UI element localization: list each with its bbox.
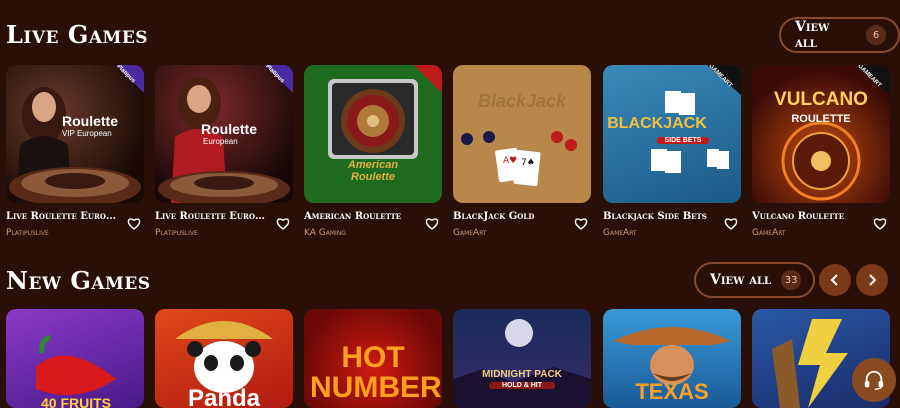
game-card[interactable]: MIDNIGHT PACK HOLD & HIT — [453, 309, 591, 408]
game-card[interactable]: 40 FRUITS — [6, 309, 144, 408]
svg-text:A♥: A♥ — [503, 156, 517, 166]
game-art-title: HOT NUMBERS — [310, 341, 442, 404]
game-name[interactable]: Live Roulette European — [155, 211, 270, 222]
chevron-right-icon — [869, 274, 877, 286]
game-card[interactable]: American Roulette American Roulette KA G… — [304, 65, 442, 238]
game-card[interactable]: Roulette European Platipus Live Roulette… — [155, 65, 293, 238]
game-provider: GameArt — [752, 228, 786, 238]
game-thumbnail[interactable]: Roulette European Platipus — [155, 65, 293, 203]
game-art-title: Roulette — [62, 113, 118, 129]
heart-icon[interactable] — [573, 215, 589, 231]
game-thumbnail[interactable]: Panda — [155, 309, 293, 408]
game-provider: Platipuslive — [6, 228, 49, 238]
game-name[interactable]: Vulcano Roulette — [752, 211, 867, 222]
game-thumbnail[interactable]: BLACKJACK SIDE BETS GAMEART — [603, 65, 741, 203]
game-art-title: Panda — [187, 385, 261, 408]
heart-icon[interactable] — [424, 215, 440, 231]
live-count-badge: 6 — [866, 25, 886, 45]
game-art-title: MIDNIGHT PACK — [482, 369, 562, 380]
game-thumbnail[interactable]: TEXAS — [603, 309, 741, 408]
game-art-subtitle: SIDE BETS — [657, 137, 709, 144]
game-provider: KA Gaming — [304, 228, 346, 238]
game-provider: GameArt — [453, 228, 487, 238]
heart-icon[interactable] — [275, 215, 291, 231]
game-provider: Platipuslive — [155, 228, 198, 238]
game-thumbnail[interactable]: VULCANO ROULETTE GAMEART — [752, 65, 890, 203]
game-name[interactable]: Blackjack Side Bets — [603, 211, 718, 222]
game-card[interactable]: Roulette VIP European Platipus Live Roul… — [6, 65, 144, 238]
game-art-title: 40 FRUITS — [40, 395, 111, 408]
heart-icon[interactable] — [126, 215, 142, 231]
view-all-label: View all — [710, 272, 772, 288]
game-thumbnail[interactable]: HOT NUMBERS — [304, 309, 442, 408]
game-thumbnail[interactable]: MIDNIGHT PACK HOLD & HIT — [453, 309, 591, 408]
game-art-subtitle: VIP European — [62, 129, 112, 138]
game-thumbnail[interactable]: 40 FRUITS — [6, 309, 144, 408]
new-count-badge: 33 — [781, 270, 802, 290]
new-games-title: New Games — [6, 266, 151, 295]
headset-icon — [864, 370, 884, 390]
game-thumbnail[interactable]: American Roulette — [304, 65, 442, 203]
game-art-title: VULCANO — [774, 89, 868, 110]
game-art-title: BLACKJACK — [607, 115, 707, 132]
live-view-all-button[interactable]: View all 6 — [779, 17, 900, 53]
game-thumbnail[interactable]: A♥ 7♠ BlackJack — [453, 65, 591, 203]
game-art-title: Roulette — [201, 121, 257, 137]
svg-text:7♠: 7♠ — [521, 158, 535, 168]
heart-icon[interactable] — [872, 215, 888, 231]
game-card[interactable]: Panda — [155, 309, 293, 408]
view-all-label: View all — [795, 19, 830, 51]
game-name[interactable]: American Roulette — [304, 211, 419, 222]
game-name[interactable]: BlackJack Gold — [453, 211, 568, 222]
game-art-subtitle: European — [203, 137, 238, 146]
game-card[interactable]: TEXAS — [603, 309, 741, 408]
live-games-title: Live Games — [6, 20, 149, 49]
game-art-subtitle: HOLD & HIT — [489, 382, 555, 389]
carousel-next-button[interactable] — [856, 264, 888, 296]
game-provider: GameArt — [603, 228, 637, 238]
game-art-title: BlackJack — [477, 91, 567, 111]
game-name[interactable]: Live Roulette European... — [6, 211, 121, 222]
game-art-subtitle: ROULETTE — [791, 113, 851, 125]
support-chat-button[interactable] — [852, 358, 896, 402]
game-card[interactable]: A♥ 7♠ BlackJack BlackJack Gold GameArt — [453, 65, 591, 238]
game-card[interactable]: BLACKJACK SIDE BETS GAMEART Blackjack Si… — [603, 65, 741, 238]
carousel-prev-button[interactable] — [819, 264, 851, 296]
new-view-all-button[interactable]: View all 33 — [694, 262, 816, 298]
game-thumbnail[interactable]: Roulette VIP European Platipus — [6, 65, 144, 203]
game-card[interactable]: HOT NUMBERS — [304, 309, 442, 408]
game-card[interactable]: VULCANO ROULETTE GAMEART Vulcano Roulett… — [752, 65, 890, 238]
game-art-title: TEXAS — [635, 379, 709, 404]
heart-icon[interactable] — [723, 215, 739, 231]
game-art-title: American Roulette — [347, 159, 399, 183]
chevron-left-icon — [830, 274, 838, 286]
